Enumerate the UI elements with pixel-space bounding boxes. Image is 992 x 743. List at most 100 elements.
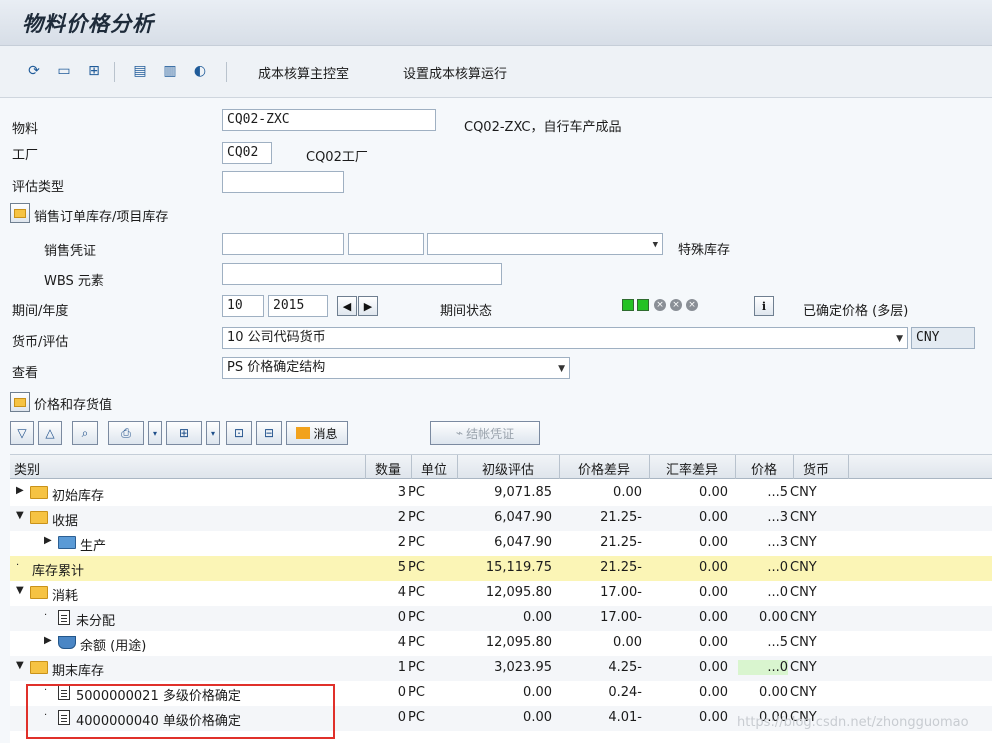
- quantity-cell: 1: [397, 660, 406, 675]
- collapse-icon[interactable]: ▼: [16, 510, 24, 521]
- primary-valuation-cell: 12,095.80: [485, 635, 552, 650]
- valuation-type-input[interactable]: [222, 171, 344, 193]
- details-icon[interactable]: ⊡: [226, 421, 252, 445]
- hierarchy-icon[interactable]: ⊟: [256, 421, 282, 445]
- price-difference-cell: 21.25-: [600, 535, 642, 550]
- sales-document-input[interactable]: [222, 233, 344, 255]
- view-select[interactable]: PS 价格确定结构 ▼: [222, 357, 570, 379]
- previous-period-button[interactable]: ◀: [337, 296, 357, 316]
- header-primary-valuation[interactable]: 初级评估: [460, 459, 556, 478]
- prices-section-button[interactable]: [10, 392, 30, 412]
- window-title: 物料价格分析: [22, 12, 154, 36]
- find-icon[interactable]: ⌕: [72, 421, 98, 445]
- print-icon[interactable]: ⎙: [108, 421, 144, 445]
- setup-costing-run-link[interactable]: 设置成本核算运行: [403, 63, 507, 82]
- category-label: 期末库存: [52, 664, 105, 679]
- refresh-icon[interactable]: ⟳: [24, 61, 44, 81]
- tray-icon: [58, 636, 76, 649]
- header-fx-difference[interactable]: 汇率差异: [652, 459, 732, 478]
- header-currency[interactable]: 货币: [796, 459, 836, 478]
- unit-cell: PC: [408, 710, 425, 725]
- expand-icon[interactable]: ▶: [16, 485, 24, 496]
- collapse-icon[interactable]: ▼: [16, 585, 24, 596]
- header-category[interactable]: 类别: [14, 459, 40, 478]
- application-toolbar: ⟳ ▭ ⊞ ▤ ▥ ◐ 成本核算主控室 设置成本核算运行: [0, 46, 992, 98]
- view-value: PS 价格确定结构: [227, 360, 326, 375]
- prices-section-label: 价格和存货值: [34, 398, 113, 413]
- table-row[interactable]: ▶ 生产 2 PC 6,047.90 21.25- 0.00 ...3 CNY: [10, 531, 992, 556]
- quantity-cell: 2: [397, 535, 406, 550]
- expand-icon[interactable]: ▶: [44, 635, 52, 646]
- header-unit[interactable]: 单位: [414, 459, 454, 478]
- plant-description: CQ02工厂: [306, 150, 368, 165]
- quantity-cell: 2: [397, 510, 406, 525]
- price-difference-cell: 0.00: [613, 485, 642, 500]
- layout-icon[interactable]: ⊞: [166, 421, 202, 445]
- grid-header: 类别 数量 单位 初级评估 价格差异 汇率差异 价格 货币: [10, 455, 992, 479]
- header-price[interactable]: 价格: [738, 459, 790, 478]
- table-row[interactable]: ▶ 初始库存 3 PC 9,071.85 0.00 0.00 ...5 CNY: [10, 481, 992, 506]
- print-dropdown-icon[interactable]: ▾: [148, 421, 162, 445]
- expand-all-icon[interactable]: ▽: [10, 421, 34, 445]
- currency-valuation-select[interactable]: 10 公司代码货币 ▼: [222, 327, 908, 349]
- price-cell: ...5: [767, 635, 788, 650]
- year-input[interactable]: 2015: [268, 295, 328, 317]
- info-button[interactable]: i: [754, 296, 774, 316]
- closing-document-button[interactable]: ⌁ 结帐凭证: [430, 421, 540, 445]
- price-cell: 0.00: [759, 685, 788, 700]
- next-period-button[interactable]: ▶: [358, 296, 378, 316]
- messages-label: 消息: [313, 426, 338, 441]
- collapse-icon[interactable]: ▼: [16, 660, 24, 671]
- chevron-down-icon[interactable]: ▼: [558, 361, 565, 377]
- table-row[interactable]: ▼ 消耗 4 PC 12,095.80 17.00- 0.00 ...0 CNY: [10, 581, 992, 606]
- header-price-difference[interactable]: 价格差异: [562, 459, 646, 478]
- display-icon[interactable]: ▭: [54, 61, 74, 81]
- messages-button[interactable]: 消息: [286, 421, 348, 445]
- sound-icon[interactable]: ◐: [190, 61, 210, 81]
- fx-difference-cell: 0.00: [699, 685, 728, 700]
- status-gray-icon: ×: [686, 299, 698, 311]
- price-difference-cell: 0.00: [613, 635, 642, 650]
- quantity-cell: 0: [397, 710, 406, 725]
- period-status-label: 期间状态: [440, 304, 493, 319]
- period-input[interactable]: 10: [222, 295, 264, 317]
- currency-cell: CNY: [790, 510, 817, 525]
- table-row[interactable]: ▼ 期末库存 1 PC 3,023.95 4.25- 0.00 ...0 CNY: [10, 656, 992, 681]
- fx-difference-cell: 0.00: [699, 510, 728, 525]
- chevron-down-icon[interactable]: ▼: [653, 237, 658, 253]
- category-label: 余额 (用途): [80, 639, 147, 654]
- fx-difference-cell: 0.00: [699, 635, 728, 650]
- fx-difference-cell: 0.00: [699, 610, 728, 625]
- table-row[interactable]: · 库存累计 5 PC 15,119.75 21.25- 0.00 ...0 CNY: [10, 556, 992, 581]
- expand-sales-order-button[interactable]: [10, 203, 30, 223]
- status-green-icon: [622, 299, 634, 311]
- wbs-input[interactable]: [222, 263, 502, 285]
- price-difference-cell: 21.25-: [600, 510, 642, 525]
- currency-cell: CNY: [790, 660, 817, 675]
- unit-cell: PC: [408, 610, 425, 625]
- sales-document-item-input[interactable]: [348, 233, 424, 255]
- collapse-all-icon[interactable]: △: [38, 421, 62, 445]
- columns-icon[interactable]: ▥: [160, 61, 180, 81]
- hierarchy-icon[interactable]: ⊞: [84, 61, 104, 81]
- table-row[interactable]: ▶ 余额 (用途) 4 PC 12,095.80 0.00 0.00 ...5 CNY: [10, 631, 992, 656]
- fx-difference-cell: 0.00: [699, 585, 728, 600]
- layout-dropdown-icon[interactable]: ▾: [206, 421, 220, 445]
- status-green-icon: [637, 299, 649, 311]
- material-input[interactable]: CQ02-ZXC: [222, 109, 436, 131]
- table-row[interactable]: · 未分配 0 PC 0.00 17.00- 0.00 0.00 CNY: [10, 606, 992, 631]
- special-stock-select[interactable]: ▼: [427, 233, 663, 255]
- plant-input[interactable]: CQ02: [222, 142, 272, 164]
- table-row[interactable]: ▼ 收据 2 PC 6,047.90 21.25- 0.00 ...3 CNY: [10, 506, 992, 531]
- primary-valuation-cell: 15,119.75: [485, 560, 552, 575]
- header-separator: [848, 455, 849, 479]
- expand-icon[interactable]: ▶: [44, 535, 52, 546]
- cost-icon[interactable]: ▤: [130, 61, 150, 81]
- currency-field: CNY: [911, 327, 975, 349]
- fx-difference-cell: 0.00: [699, 535, 728, 550]
- costing-cockpit-link[interactable]: 成本核算主控室: [258, 63, 349, 82]
- material-label: 物料: [12, 122, 39, 137]
- header-quantity[interactable]: 数量: [368, 459, 408, 478]
- chevron-down-icon[interactable]: ▼: [896, 331, 903, 347]
- document-flow-icon: ⌁: [455, 426, 464, 440]
